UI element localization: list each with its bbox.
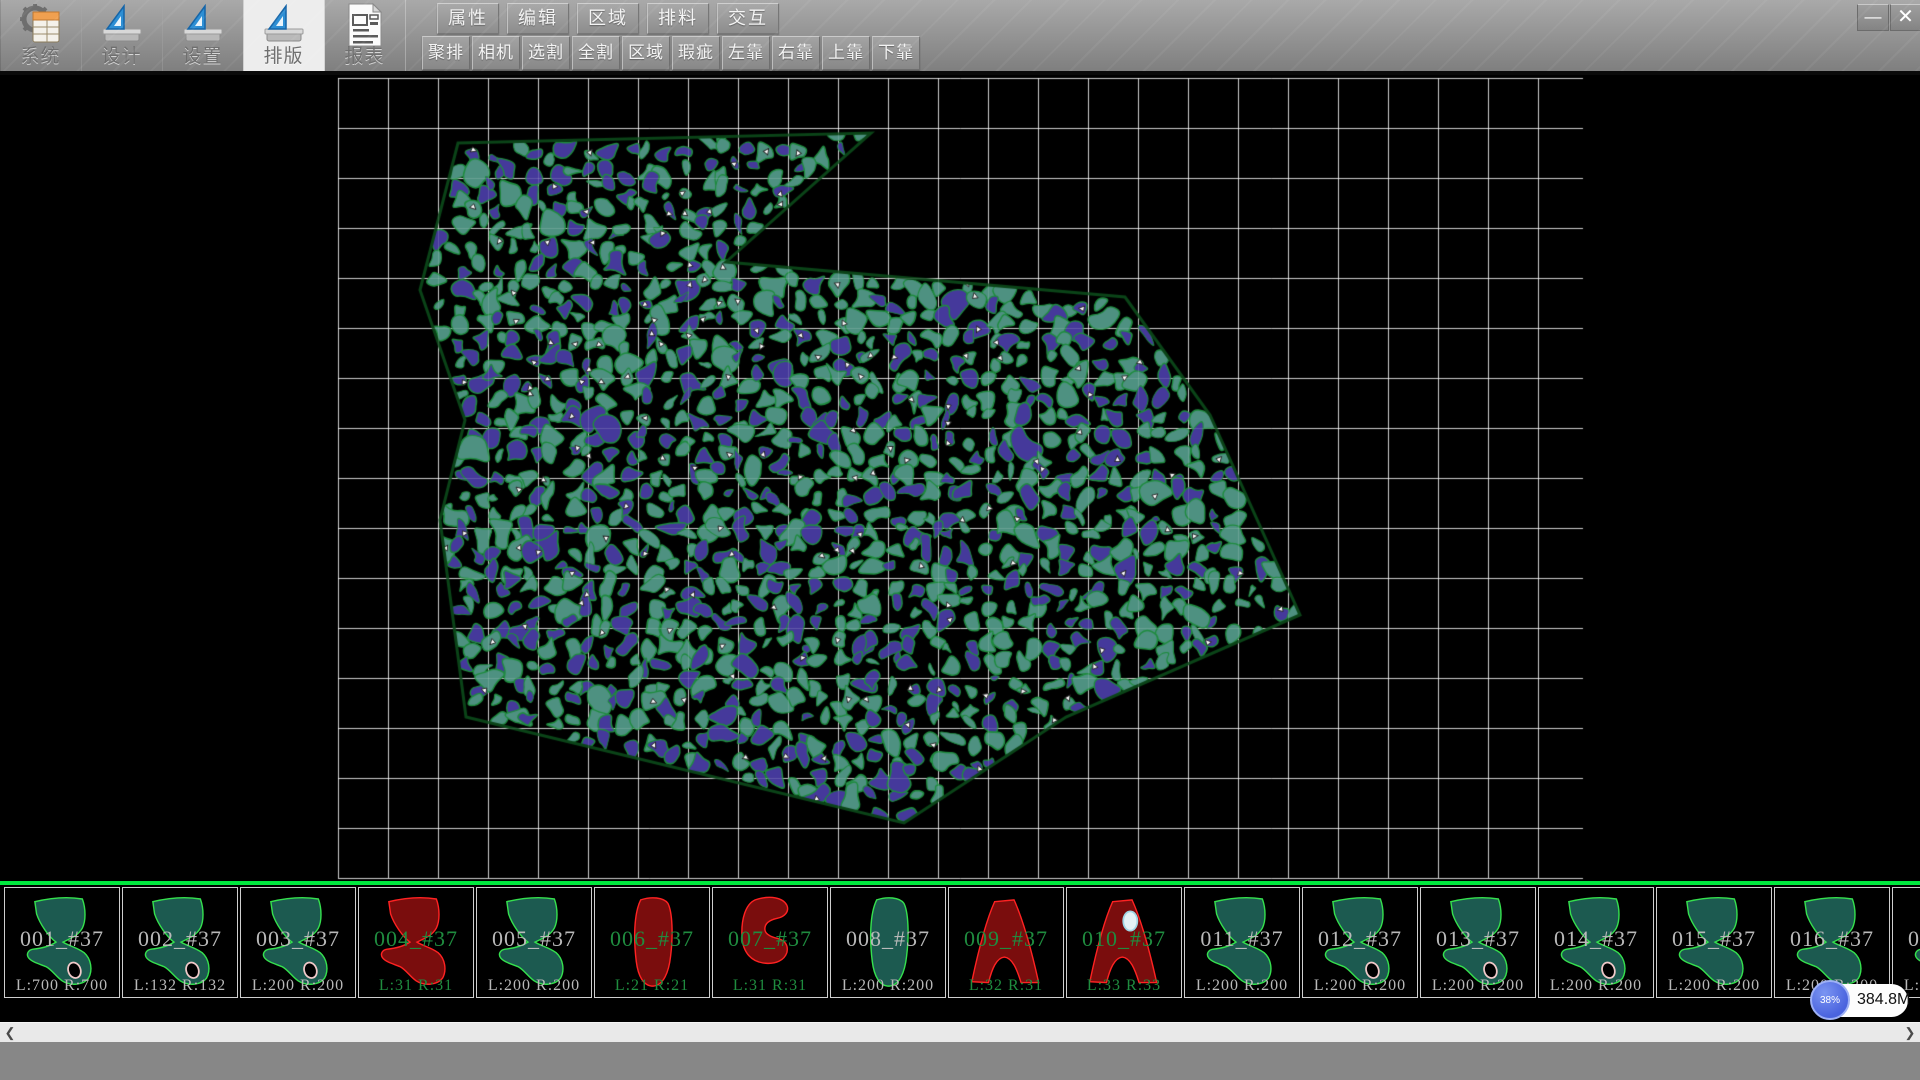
piece-label: 002_#37 <box>123 926 237 952</box>
tool-button-聚排[interactable]: 聚排 <box>422 36 470 70</box>
tool-button-左靠[interactable]: 左靠 <box>722 36 770 70</box>
tool-button-全割[interactable]: 全割 <box>572 36 620 70</box>
tool-button-选割[interactable]: 选割 <box>522 36 570 70</box>
tab-排版[interactable]: 排版 <box>243 0 325 71</box>
horizontal-scrollbar[interactable]: ❮ ❯ <box>0 1022 1920 1042</box>
piece-label: 008_#37 <box>831 926 945 952</box>
menu-item-编辑[interactable]: 编辑 <box>507 3 569 34</box>
tab-label: 排版 <box>243 41 324 68</box>
close-button[interactable]: ✕ <box>1890 4 1920 31</box>
piece-thumbnail-008_#37[interactable]: 008_#37 L:200 R:200 <box>830 887 946 998</box>
piece-label: 016_#37 <box>1775 926 1889 952</box>
memory-value: 384.8M <box>1857 991 1910 1009</box>
tool-button-相机[interactable]: 相机 <box>472 36 520 70</box>
piece-lr-count: L:200 R:200 <box>477 977 591 995</box>
progress-circle: 38% <box>1810 980 1850 1020</box>
tab-label: 报表 <box>324 41 405 68</box>
menu-item-排料[interactable]: 排料 <box>647 3 709 34</box>
ruler-icon <box>261 4 307 46</box>
tab-label: 设置 <box>162 41 243 68</box>
piece-thumbnail-017_#37[interactable]: 017_#37 L:200 R:200 <box>1892 887 1920 998</box>
piece-lr-count: L:200 R:200 <box>1539 977 1653 995</box>
piece-thumbnail-009_#37[interactable]: 009_#37 L:32 R:31 <box>948 887 1064 998</box>
piece-lr-count: L:200 R:200 <box>831 977 945 995</box>
nesting-canvas[interactable] <box>0 75 1920 881</box>
progress-percent: 38% <box>1820 995 1840 1006</box>
piece-lr-count: L:31 R:31 <box>713 977 827 995</box>
piece-thumbnail-006_#37[interactable]: 006_#37 L:21 R:21 <box>594 887 710 998</box>
piece-thumbnail-011_#37[interactable]: 011_#37 L:200 R:200 <box>1184 887 1300 998</box>
tab-设计[interactable]: 设计 <box>81 0 163 71</box>
tab-系统[interactable]: 系统 <box>0 0 82 71</box>
piece-thumbnail-012_#37[interactable]: 012_#37 L:200 R:200 <box>1302 887 1418 998</box>
piece-lr-count: L:200 R:200 <box>1421 977 1535 995</box>
piece-label: 017_#37 <box>1893 926 1920 952</box>
piece-label: 011_#37 <box>1185 926 1299 952</box>
ruler-icon <box>180 4 226 46</box>
piece-thumbnail-strip: 001_#37 L:700 R:700 002_#37 L:132 R:132 … <box>0 885 1920 1002</box>
piece-lr-count: L:33 R:33 <box>1067 977 1181 995</box>
piece-thumbnail-015_#37[interactable]: 015_#37 L:200 R:200 <box>1656 887 1772 998</box>
piece-thumbnail-013_#37[interactable]: 013_#37 L:200 R:200 <box>1420 887 1536 998</box>
piece-label: 014_#37 <box>1539 926 1653 952</box>
scroll-left-arrow[interactable]: ❮ <box>0 1023 20 1042</box>
piece-lr-count: L:200 R:200 <box>241 977 355 995</box>
piece-lr-count: L:32 R:31 <box>949 977 1063 995</box>
piece-thumbnail-002_#37[interactable]: 002_#37 L:132 R:132 <box>122 887 238 998</box>
piece-label: 005_#37 <box>477 926 591 952</box>
minimize-button[interactable]: — <box>1857 4 1889 31</box>
piece-label: 007_#37 <box>713 926 827 952</box>
tab-设置[interactable]: 设置 <box>162 0 244 71</box>
tab-label: 设计 <box>81 41 162 68</box>
menu-item-交互[interactable]: 交互 <box>717 3 779 34</box>
piece-lr-count: L:200 R:200 <box>1303 977 1417 995</box>
piece-lr-count: L:700 R:700 <box>5 977 119 995</box>
piece-label: 003_#37 <box>241 926 355 952</box>
piece-thumbnail-014_#37[interactable]: 014_#37 L:200 R:200 <box>1538 887 1654 998</box>
piece-thumbnail-010_#37[interactable]: 010_#37 L:33 R:33 <box>1066 887 1182 998</box>
piece-label: 009_#37 <box>949 926 1063 952</box>
piece-thumbnail-004_#37[interactable]: 004_#37 L:31 R:31 <box>358 887 474 998</box>
piece-thumbnail-001_#37[interactable]: 001_#37 L:700 R:700 <box>4 887 120 998</box>
tab-label: 系统 <box>0 41 81 68</box>
piece-label: 012_#37 <box>1303 926 1417 952</box>
piece-lr-count: L:31 R:31 <box>359 977 473 995</box>
top-toolbar: 系统 设计 设置 排版 报表 属性编辑区域排料交互 聚排相机选割全割区域瑕疵左靠… <box>0 0 1920 75</box>
tool-button-下靠[interactable]: 下靠 <box>872 36 920 70</box>
ruler-icon <box>99 4 145 46</box>
menu-item-区域[interactable]: 区域 <box>577 3 639 34</box>
piece-label: 004_#37 <box>359 926 473 952</box>
tab-报表[interactable]: 报表 <box>324 0 406 71</box>
menu-item-属性[interactable]: 属性 <box>437 3 499 34</box>
scroll-right-arrow[interactable]: ❯ <box>1900 1023 1920 1042</box>
piece-label: 015_#37 <box>1657 926 1771 952</box>
piece-lr-count: L:21 R:21 <box>595 977 709 995</box>
tool-button-瑕疵[interactable]: 瑕疵 <box>672 36 720 70</box>
piece-thumbnail-007_#37[interactable]: 007_#37 L:31 R:31 <box>712 887 828 998</box>
piece-label: 010_#37 <box>1067 926 1181 952</box>
piece-label: 001_#37 <box>5 926 119 952</box>
piece-lr-count: L:132 R:132 <box>123 977 237 995</box>
piece-lr-count: L:200 R:200 <box>1185 977 1299 995</box>
tool-button-右靠[interactable]: 右靠 <box>772 36 820 70</box>
status-bar <box>0 1042 1920 1080</box>
piece-label: 006_#37 <box>595 926 709 952</box>
tool-button-上靠[interactable]: 上靠 <box>822 36 870 70</box>
piece-lr-count: L:200 R:200 <box>1657 977 1771 995</box>
piece-thumbnail-005_#37[interactable]: 005_#37 L:200 R:200 <box>476 887 592 998</box>
tool-button-区域[interactable]: 区域 <box>622 36 670 70</box>
piece-label: 013_#37 <box>1421 926 1535 952</box>
piece-thumbnail-003_#37[interactable]: 003_#37 L:200 R:200 <box>240 887 356 998</box>
